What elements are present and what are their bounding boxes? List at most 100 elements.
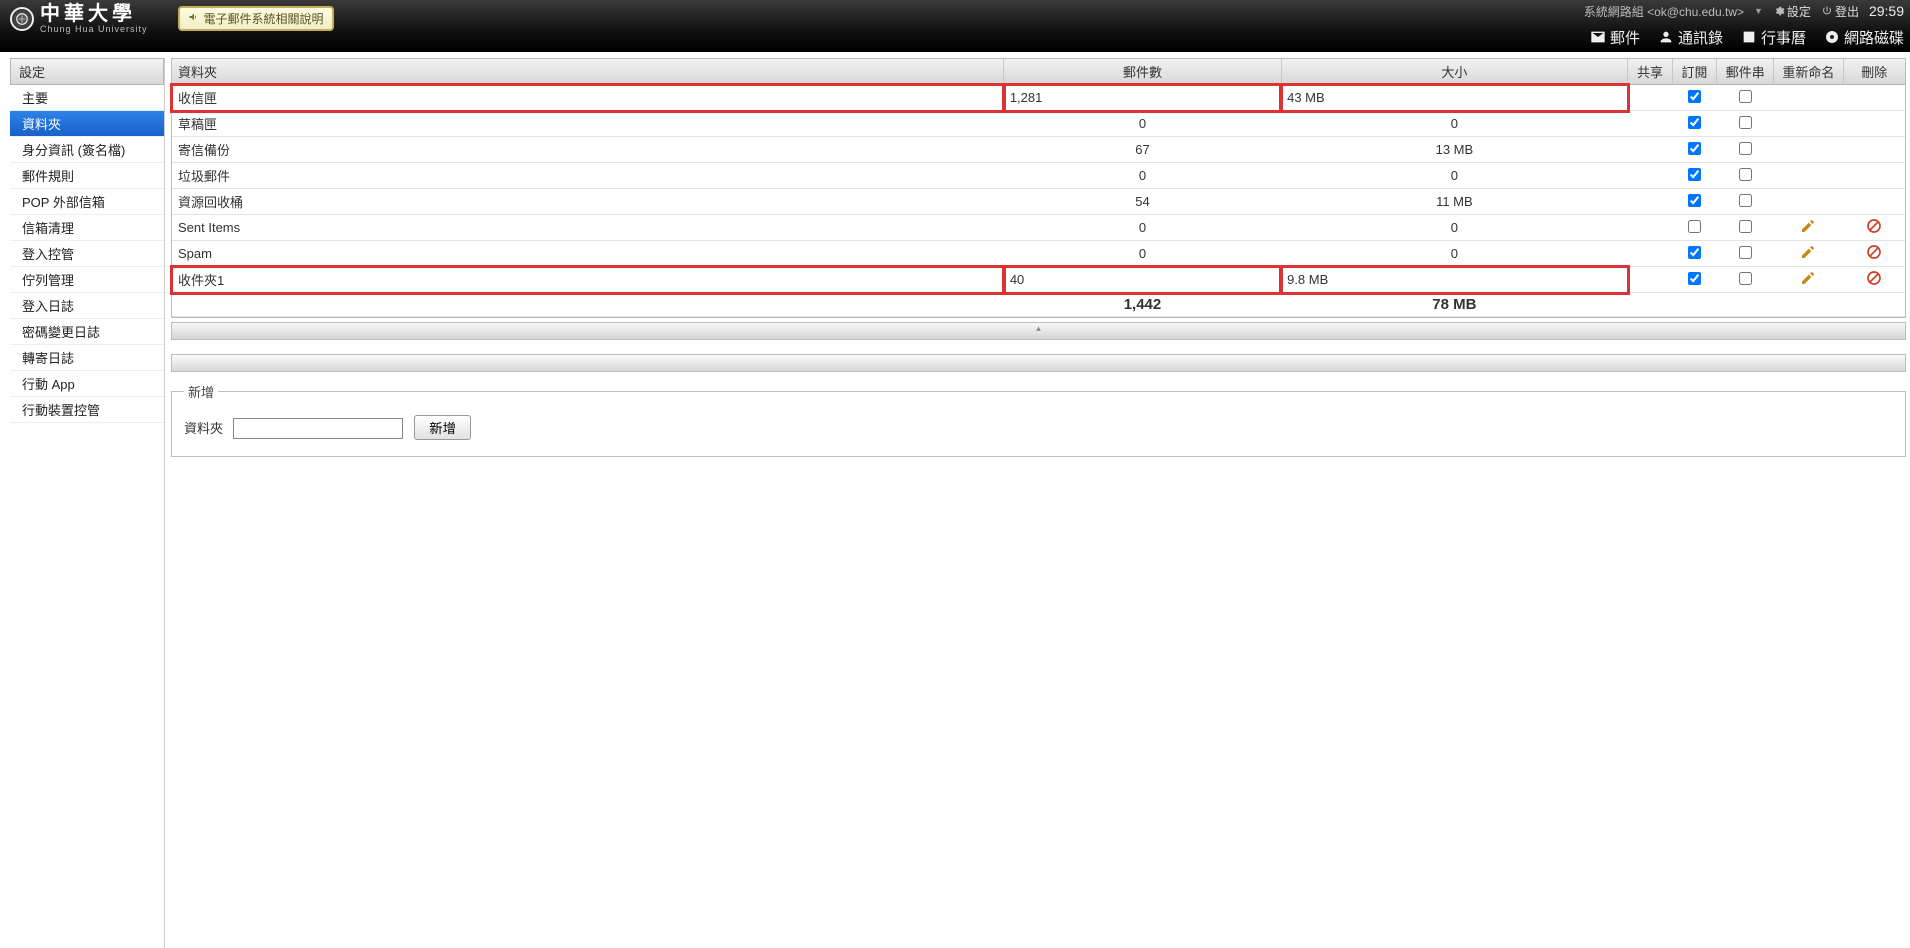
folder-name[interactable]: Sent Items bbox=[172, 215, 1004, 241]
thread-checkbox[interactable] bbox=[1739, 246, 1752, 259]
folder-row: 寄信備份6713 MB bbox=[172, 137, 1905, 163]
sidebar-item-7[interactable]: 佇列管理 bbox=[10, 267, 164, 293]
folder-row: 垃圾郵件00 bbox=[172, 163, 1905, 189]
share-cell bbox=[1628, 137, 1673, 163]
folder-size: 0 bbox=[1281, 163, 1628, 189]
logo-icon bbox=[10, 7, 34, 31]
folder-name[interactable]: 寄信備份 bbox=[172, 137, 1004, 163]
folder-row: 草稿匣00 bbox=[172, 111, 1905, 137]
subscribe-checkbox[interactable] bbox=[1688, 220, 1701, 233]
folders-table: 資料夾 郵件數 大小 共享 訂閱 郵件串 重新命名 刪除 收信匣1,28143 … bbox=[172, 59, 1905, 317]
sidebar-item-5[interactable]: 信箱清理 bbox=[10, 215, 164, 241]
th-share[interactable]: 共享 bbox=[1628, 59, 1673, 85]
folder-size: 9.8 MB bbox=[1281, 267, 1628, 293]
th-rename[interactable]: 重新命名 bbox=[1774, 59, 1843, 85]
nav-contacts[interactable]: 通訊錄 bbox=[1658, 27, 1723, 48]
sidebar-item-2[interactable]: 身分資訊 (簽名檔) bbox=[10, 137, 164, 163]
th-count[interactable]: 郵件數 bbox=[1004, 59, 1281, 85]
new-folder-input[interactable] bbox=[233, 418, 403, 439]
folder-name[interactable]: 收件夾1 bbox=[172, 267, 1004, 293]
nav-mail[interactable]: 郵件 bbox=[1590, 27, 1640, 48]
pencil-icon[interactable] bbox=[1800, 270, 1816, 286]
chevron-down-icon[interactable]: ▼ bbox=[1754, 6, 1763, 16]
topbar-right: 系統網路組 <ok@chu.edu.tw> ▼ 設定 登出 29:59 郵件 通… bbox=[1584, 0, 1910, 52]
folder-size: 0 bbox=[1281, 241, 1628, 267]
th-thread[interactable]: 郵件串 bbox=[1717, 59, 1774, 85]
thread-checkbox[interactable] bbox=[1739, 142, 1752, 155]
folder-row: Spam00 bbox=[172, 241, 1905, 267]
thread-checkbox[interactable] bbox=[1739, 116, 1752, 129]
sidebar-item-6[interactable]: 登入控管 bbox=[10, 241, 164, 267]
create-legend: 新增 bbox=[184, 382, 218, 401]
logo-area: 中華大學 Chung Hua University bbox=[0, 0, 158, 38]
share-cell bbox=[1628, 267, 1673, 293]
person-icon bbox=[1658, 29, 1674, 45]
thread-checkbox[interactable] bbox=[1739, 220, 1752, 233]
sidebar-item-9[interactable]: 密碼變更日誌 bbox=[10, 319, 164, 345]
sidebar-item-0[interactable]: 主要 bbox=[10, 85, 164, 111]
folder-name[interactable]: 資源回收桶 bbox=[172, 189, 1004, 215]
thread-checkbox[interactable] bbox=[1739, 194, 1752, 207]
folder-name[interactable]: Spam bbox=[172, 241, 1004, 267]
th-size[interactable]: 大小 bbox=[1281, 59, 1628, 85]
subscribe-checkbox[interactable] bbox=[1688, 116, 1701, 129]
toolbar-separator bbox=[171, 354, 1906, 372]
disk-icon bbox=[1824, 29, 1840, 45]
pencil-icon[interactable] bbox=[1800, 244, 1816, 260]
sidebar-item-4[interactable]: POP 外部信箱 bbox=[10, 189, 164, 215]
folder-size: 0 bbox=[1281, 215, 1628, 241]
subscribe-checkbox[interactable] bbox=[1688, 194, 1701, 207]
horizontal-splitter[interactable]: ▴ bbox=[171, 322, 1906, 340]
topbar-logout[interactable]: 登出 bbox=[1821, 3, 1859, 20]
folder-size: 43 MB bbox=[1281, 85, 1628, 111]
th-delete[interactable]: 刪除 bbox=[1843, 59, 1905, 85]
help-badge-label: 電子郵件系統相關說明 bbox=[204, 10, 324, 27]
megaphone-icon bbox=[188, 11, 200, 26]
nav-calendar[interactable]: 行事曆 bbox=[1741, 27, 1806, 48]
sidebar-item-8[interactable]: 登入日誌 bbox=[10, 293, 164, 319]
folder-row: 資源回收桶5411 MB bbox=[172, 189, 1905, 215]
content-area: 資料夾 郵件數 大小 共享 訂閱 郵件串 重新命名 刪除 收信匣1,28143 … bbox=[171, 58, 1906, 948]
share-cell bbox=[1628, 241, 1673, 267]
subscribe-checkbox[interactable] bbox=[1688, 90, 1701, 103]
thread-checkbox[interactable] bbox=[1739, 272, 1752, 285]
folder-name[interactable]: 收信匣 bbox=[172, 85, 1004, 111]
folder-count: 0 bbox=[1004, 241, 1281, 267]
folder-row: 收信匣1,28143 MB bbox=[172, 85, 1905, 111]
folder-name[interactable]: 草稿匣 bbox=[172, 111, 1004, 137]
folder-size: 13 MB bbox=[1281, 137, 1628, 163]
forbid-icon[interactable] bbox=[1866, 270, 1882, 286]
subscribe-checkbox[interactable] bbox=[1688, 168, 1701, 181]
help-badge[interactable]: 電子郵件系統相關說明 bbox=[178, 6, 334, 31]
topbar-settings[interactable]: 設定 bbox=[1773, 3, 1811, 20]
thread-checkbox[interactable] bbox=[1739, 168, 1752, 181]
nav-netdisk[interactable]: 網路磁碟 bbox=[1824, 27, 1904, 48]
create-folder-fieldset: 新增 資料夾 新增 bbox=[171, 382, 1906, 457]
forbid-icon[interactable] bbox=[1866, 218, 1882, 234]
subscribe-checkbox[interactable] bbox=[1688, 142, 1701, 155]
sidebar-item-12[interactable]: 行動裝置控管 bbox=[10, 397, 164, 423]
subscribe-checkbox[interactable] bbox=[1688, 246, 1701, 259]
sidebar-item-3[interactable]: 郵件規則 bbox=[10, 163, 164, 189]
th-folder[interactable]: 資料夾 bbox=[172, 59, 1004, 85]
folder-count: 40 bbox=[1004, 267, 1281, 293]
nav-netdisk-label: 網路磁碟 bbox=[1844, 27, 1904, 48]
forbid-icon[interactable] bbox=[1866, 244, 1882, 260]
folder-count: 0 bbox=[1004, 215, 1281, 241]
share-cell bbox=[1628, 85, 1673, 111]
th-subscribe[interactable]: 訂閱 bbox=[1672, 59, 1717, 85]
folder-count: 67 bbox=[1004, 137, 1281, 163]
folder-name[interactable]: 垃圾郵件 bbox=[172, 163, 1004, 189]
share-cell bbox=[1628, 189, 1673, 215]
subscribe-checkbox[interactable] bbox=[1688, 272, 1701, 285]
create-folder-button[interactable]: 新增 bbox=[414, 415, 471, 440]
sidebar-title: 設定 bbox=[10, 58, 164, 85]
total-size: 78 MB bbox=[1281, 293, 1628, 317]
sidebar-item-11[interactable]: 行動 App bbox=[10, 371, 164, 397]
pencil-icon[interactable] bbox=[1800, 218, 1816, 234]
thread-checkbox[interactable] bbox=[1739, 90, 1752, 103]
sidebar-item-10[interactable]: 轉寄日誌 bbox=[10, 345, 164, 371]
sidebar-item-1[interactable]: 資料夾 bbox=[10, 111, 164, 137]
folder-row: 收件夾1409.8 MB bbox=[172, 267, 1905, 293]
calendar-icon bbox=[1741, 29, 1757, 45]
